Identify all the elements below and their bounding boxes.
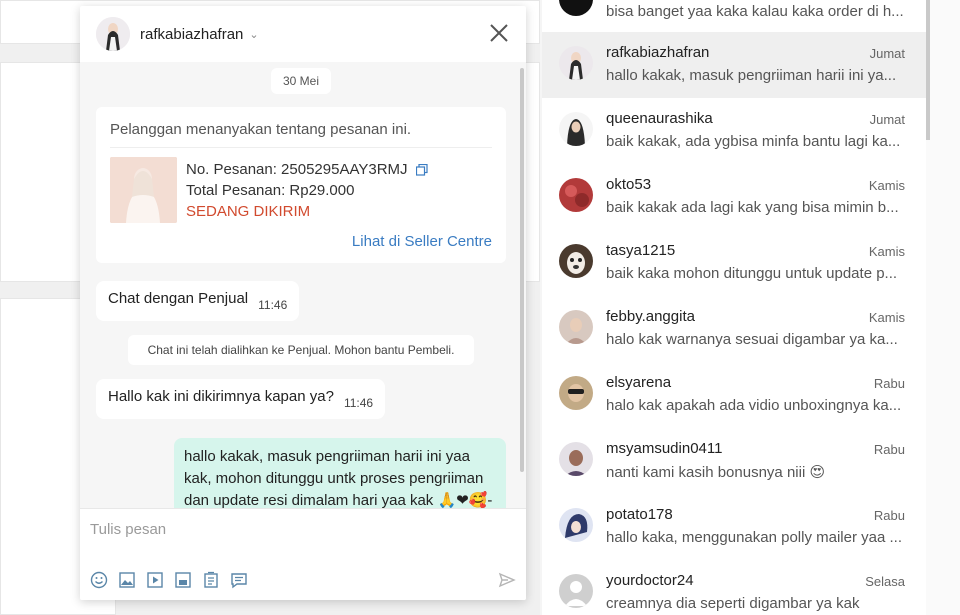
avatar [559,46,593,80]
order-number: No. Pesanan: 2505295AAY3RMJ [186,159,428,180]
order-question: Pelanggan menanyakan tentang pesanan ini… [110,121,412,138]
conversation-preview: halo kak apakah ada vidio unboxingnya ka… [606,397,902,414]
avatar [559,112,593,146]
send-icon[interactable] [498,571,516,589]
date-separator: 30 Mei [271,68,331,94]
order-status: SEDANG DIKIRIM [186,203,311,220]
close-icon[interactable] [486,20,512,46]
conversation-item[interactable]: bisa banget yaa kaka kalau kaka order di… [542,0,926,34]
seller-centre-link[interactable]: Lihat di Seller Centre [352,233,492,250]
conversation-preview: hallo kaka, menggunakan polly mailer yaa… [606,529,903,546]
chat-avatar [96,17,130,51]
product-icon[interactable] [174,571,192,589]
quick-reply-icon[interactable] [230,571,248,589]
conversation-username: msyamsudin0411 [606,440,723,457]
conversation-day: Rabu [873,376,905,391]
divider [110,147,492,148]
scrollbar-thumb[interactable] [926,0,930,140]
conversation-day: Rabu [873,442,905,457]
conversation-item[interactable]: rafkabiazhafran Jumat hallo kakak, masuk… [542,32,926,98]
avatar [559,178,593,212]
conversation-username: tasya1215 [606,242,676,259]
conversation-day: Jumat [869,46,905,61]
message-time: 11:46 [258,298,288,312]
scrollbar[interactable] [520,68,524,472]
conversation-username: rafkabiazhafran [606,44,710,61]
incoming-message: Chat dengan Penjual 11:46 [96,281,300,321]
avatar [559,442,593,476]
conversation-username: elsyarena [606,374,672,391]
conversation-item[interactable]: queenaurashika Jumat baik kakak, ada ygb… [542,98,926,164]
conversation-item[interactable]: elsyarena Rabu halo kak apakah ada vidio… [542,362,926,428]
conversation-day: Selasa [865,574,905,589]
conversation-preview: creamnya dia seperti digambar ya kak [606,595,860,612]
order-icon[interactable] [202,571,220,589]
avatar [559,376,593,410]
system-message: Chat ini telah dialihkan ke Penjual. Moh… [128,335,474,365]
conversation-day: Jumat [869,112,905,127]
avatar [559,244,593,278]
conversation-item[interactable]: tasya1215 Kamis baik kaka mohon ditunggu… [542,230,926,296]
chevron-down-icon[interactable]: ⌄ [249,28,258,41]
conversation-preview: nanti kami kasih bonusnya niii 😍 [606,464,826,481]
conversation-scrollbar[interactable] [926,0,960,615]
message-composer [80,508,526,600]
order-card: Pelanggan menanyakan tentang pesanan ini… [96,107,506,263]
avatar [559,574,593,608]
chat-header: rafkabiazhafran ⌄ [80,6,526,62]
order-number-text: No. Pesanan: 2505295AAY3RMJ [186,161,408,178]
video-icon[interactable] [146,571,164,589]
conversation-preview: halo kak warnanya sesuai digambar ya ka.… [606,331,898,348]
message-text: Hallo kak ini dikirimnya kapan ya? [108,388,334,405]
conversation-username: okto53 [606,176,652,193]
image-icon[interactable] [118,571,136,589]
order-total: Total Pesanan: Rp29.000 [186,182,355,199]
conversation-item[interactable]: febby.anggita Kamis halo kak warnanya se… [542,296,926,362]
message-area[interactable]: 30 Mei Pelanggan menanyakan tentang pesa… [80,62,526,512]
conversation-preview: hallo kakak, masuk pengriiman harii ini … [606,67,897,84]
avatar [559,0,593,16]
conversation-username: queenaurashika [606,110,713,127]
incoming-message: Hallo kak ini dikirimnya kapan ya? 11:46 [96,379,386,419]
copy-icon[interactable] [415,164,428,176]
conversation-day: Kamis [868,178,905,193]
conversation-day: Kamis [868,244,905,259]
conversation-item[interactable]: potato178 Rabu hallo kaka, menggunakan p… [542,494,926,560]
outgoing-message: hallo kakak, masuk pengriiman harii ini … [174,438,506,512]
conversation-day: Rabu [873,508,905,523]
conversation-item[interactable]: msyamsudin0411 Rabu nanti kami kasih bon… [542,428,926,494]
emoji-icon[interactable] [90,571,108,589]
conversation-item[interactable]: yourdoctor24 Selasa creamnya dia seperti… [542,560,926,615]
conversation-username: febby.anggita [606,308,695,325]
avatar [559,310,593,344]
chat-window: rafkabiazhafran ⌄ 30 Mei Pelanggan menan… [80,6,526,600]
conversation-day: Kamis [868,310,905,325]
message-text: Chat dengan Penjual [108,290,249,307]
conversation-preview: baik kakak ada lagi kak yang bisa mimin … [606,199,899,216]
product-thumbnail[interactable] [110,157,177,223]
avatar [559,508,593,542]
conversation-list[interactable]: bisa banget yaa kaka kalau kaka order di… [542,0,926,615]
chat-username[interactable]: rafkabiazhafran [140,26,243,43]
conversation-preview: baik kaka mohon ditunggu untuk update p.… [606,265,898,282]
conversation-username: yourdoctor24 [606,572,694,589]
message-time: 11:46 [343,396,374,410]
conversation-preview: bisa banget yaa kaka kalau kaka order di… [606,3,904,20]
conversation-item[interactable]: okto53 Kamis baik kakak ada lagi kak yan… [542,164,926,230]
conversation-preview: baik kakak, ada ygbisa minfa bantu lagi … [606,133,901,150]
message-input[interactable] [90,517,510,541]
conversation-username: potato178 [606,506,673,523]
